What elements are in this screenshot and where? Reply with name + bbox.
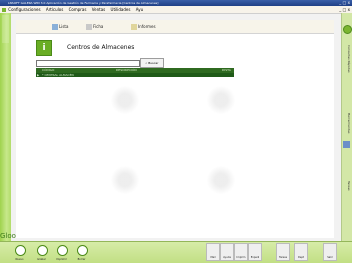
green-circle-icon[interactable]	[343, 25, 352, 34]
tareas-button[interactable]: Tareas	[276, 243, 290, 261]
maximize-button[interactable]: □	[343, 0, 347, 5]
imprimir-button[interactable]: Imprimir	[54, 244, 69, 262]
nuevo-button[interactable]: Nuevo	[12, 244, 27, 262]
menu-utilidades[interactable]: Utilidades	[111, 7, 131, 12]
tab-consultas-rapidas[interactable]: Consultas Rápidas	[343, 45, 351, 73]
dept-button[interactable]: Dept	[294, 243, 308, 261]
app-icon	[2, 8, 6, 12]
minimize-button[interactable]: _	[339, 0, 341, 5]
menu-ayuda[interactable]: Ayu	[136, 7, 143, 12]
grabar-label: Grabar	[37, 258, 46, 261]
watermark-icon	[206, 166, 236, 194]
mail-label: Mail	[210, 256, 216, 259]
panel-icon[interactable]	[343, 141, 350, 148]
list-icon	[52, 24, 58, 30]
watermark-icon	[110, 166, 140, 194]
tab-tareas[interactable]: Tareas	[343, 181, 351, 191]
page-title: Centros de Almacenes	[67, 44, 135, 51]
row-marker-icon: ▶	[37, 73, 40, 77]
expedi-label: Expedi	[250, 256, 260, 259]
save-icon	[37, 245, 48, 256]
lista-button[interactable]: Lista	[52, 23, 68, 31]
bottom-bar: Nuevo Grabar Imprimir Borrar Mail Ayuda …	[0, 241, 352, 263]
table-row[interactable]: ▶ * CENTRAL ALMACÉN	[36, 73, 234, 77]
delete-icon	[77, 245, 88, 256]
report-icon	[131, 24, 137, 30]
ayuda-button[interactable]: Ayuda	[220, 243, 234, 261]
menu-ventas[interactable]: Ventas	[92, 7, 106, 12]
new-icon	[15, 245, 26, 256]
ayuda-label: Ayuda	[223, 256, 231, 259]
close-button[interactable]: x	[348, 0, 350, 5]
search-button-label: Buscar	[148, 61, 159, 65]
mdi-controls[interactable]: _ □ x	[339, 6, 350, 13]
left-sidebar	[0, 13, 11, 241]
nuevo-label: Nuevo	[15, 258, 24, 261]
search-icon: ⌕	[145, 61, 148, 65]
watermark-icon	[206, 86, 236, 114]
form-icon	[86, 24, 92, 30]
toolbar: Lista Ficha Informes	[16, 20, 334, 34]
print-icon	[57, 245, 68, 256]
borrar-button[interactable]: Borrar	[74, 244, 89, 262]
search-button[interactable]: ⌕ Buscar	[140, 58, 164, 68]
row-cell: * CENTRAL ALMACÉN	[42, 73, 74, 77]
brand-logo: Gloo	[0, 232, 16, 240]
menu-bar: Configuraciones Artículos Compras Ventas…	[0, 6, 352, 14]
grabar-button[interactable]: Grabar	[34, 244, 49, 262]
informes-label: Informes	[138, 24, 156, 29]
decorative-pattern	[2, 15, 9, 43]
info-icon: i	[36, 40, 52, 56]
right-sidebar: Consultas Rápidas Herramientas Tareas	[341, 13, 352, 241]
ficha-button[interactable]: Ficha	[86, 23, 103, 31]
tareas-label: Tareas	[279, 256, 287, 259]
expedi-button[interactable]: Expedi	[248, 243, 262, 261]
mail-button[interactable]: Mail	[206, 243, 220, 261]
main-window: Lista Ficha Informes i Centros de Almace…	[16, 20, 334, 238]
menu-articulos[interactable]: Artículos	[46, 7, 63, 12]
dept-label: Dept	[297, 256, 305, 259]
ficha-label: Ficha	[93, 24, 104, 29]
borrar-label: Borrar	[77, 258, 86, 261]
imprim-button[interactable]: Imprim	[234, 243, 248, 261]
salir-label: Salir	[327, 256, 333, 259]
exit-button[interactable]: Salir	[323, 243, 337, 261]
watermark-icon	[110, 86, 140, 114]
lista-label: Lista	[59, 24, 69, 29]
menu-configuraciones[interactable]: Configuraciones	[8, 7, 40, 12]
imprimir-label: Imprimir	[56, 258, 67, 261]
content-area: i Centros de Almacenes ⌕ Buscar CÓDIGO D…	[16, 34, 334, 238]
menu-compras[interactable]: Compras	[69, 7, 87, 12]
informes-button[interactable]: Informes	[131, 23, 156, 31]
imprim-label: Imprim	[236, 256, 246, 259]
tab-herramientas[interactable]: Herramientas	[343, 113, 351, 133]
search-input[interactable]	[36, 60, 140, 67]
